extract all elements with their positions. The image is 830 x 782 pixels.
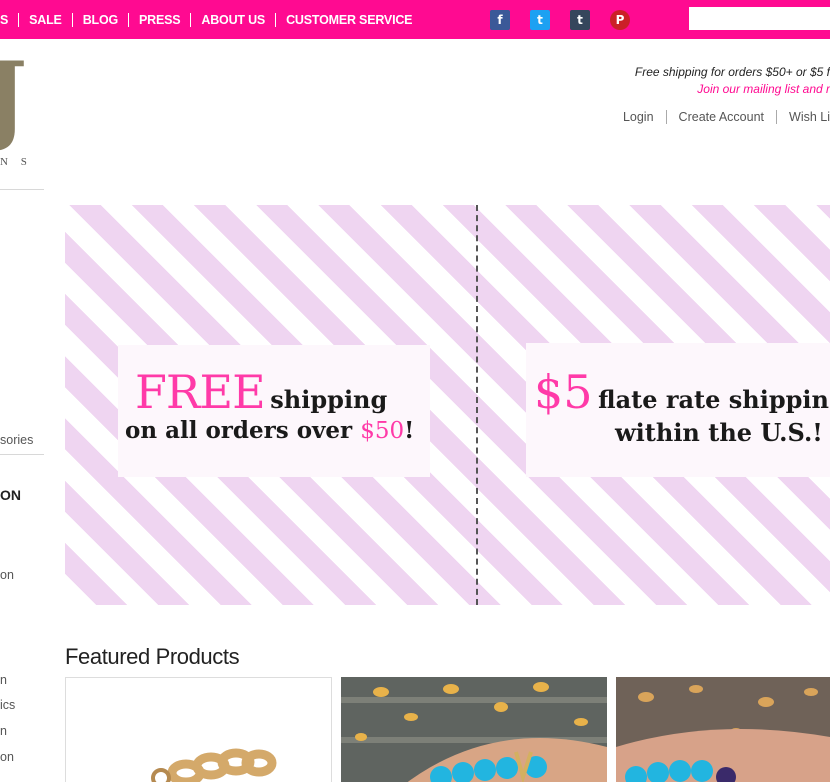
- flat-rate-shipping-card: $5 flate rate shipping within the U.S.!: [526, 343, 830, 477]
- threshold-amount: $50: [360, 418, 405, 444]
- shipping-promo-banner[interactable]: FREE shipping on all orders over $50! $5…: [65, 205, 830, 605]
- wish-list-link[interactable]: Wish Li: [777, 110, 830, 124]
- exclamation: !: [404, 417, 415, 444]
- sidebar-link[interactable]: on: [0, 750, 14, 764]
- sidebar-link[interactable]: ics: [0, 698, 15, 712]
- within-us-text: within the U.S.!: [615, 418, 823, 447]
- featured-products-heading: Featured Products: [65, 644, 240, 669]
- free-shipping-card: FREE shipping on all orders over $50!: [118, 345, 430, 477]
- product-image-gold-chain-bracelet: [151, 748, 277, 782]
- product-card[interactable]: [616, 677, 830, 782]
- nav-item-press[interactable]: PRESS: [129, 12, 192, 27]
- sidebar-link[interactable]: n: [0, 673, 7, 687]
- search-input[interactable]: [689, 7, 830, 30]
- tumblr-icon[interactable]: t: [570, 10, 590, 30]
- sidebar-link[interactable]: n: [0, 724, 7, 738]
- nav-item-sale[interactable]: SALE: [19, 12, 73, 27]
- sidebar-divider: [0, 189, 44, 190]
- sidebar-category-link[interactable]: sories: [0, 433, 33, 447]
- product-image-beaded-bracelet: [616, 677, 830, 782]
- shipping-word: shipping: [270, 385, 388, 414]
- pinterest-icon[interactable]: P: [610, 10, 630, 30]
- product-image-beaded-bracelet: [341, 677, 607, 782]
- mailing-list-link[interactable]: Join our mailing list and r: [697, 82, 830, 96]
- flat-rate-amount: $5: [534, 365, 593, 419]
- nav-item-blog[interactable]: BLOG: [73, 12, 129, 27]
- product-card[interactable]: [65, 677, 332, 782]
- nav-item-about-us[interactable]: ABOUT US: [191, 12, 277, 27]
- logo-tagline: N S: [0, 156, 32, 168]
- flat-rate-text: flate rate shipping: [598, 385, 830, 414]
- main-nav: S SALE BLOG PRESS ABOUT US CUSTOMER SERV…: [0, 0, 422, 39]
- login-link[interactable]: Login: [611, 110, 667, 124]
- sidebar-divider: [0, 454, 44, 455]
- create-account-link[interactable]: Create Account: [667, 110, 778, 124]
- product-card[interactable]: [341, 677, 607, 782]
- facebook-icon[interactable]: f: [490, 10, 510, 30]
- top-navigation-bar: S SALE BLOG PRESS ABOUT US CUSTOMER SERV…: [0, 0, 830, 39]
- banner-divider: [476, 205, 478, 605]
- nav-item-partial[interactable]: S: [0, 12, 20, 27]
- orders-over-text: on all orders over: [125, 417, 353, 444]
- sidebar-link[interactable]: on: [0, 568, 14, 582]
- sidebar-heading: ON: [0, 487, 21, 503]
- logo[interactable]: J: [0, 50, 27, 146]
- twitter-icon[interactable]: t: [530, 10, 550, 30]
- shipping-note: Free shipping for orders $50+ or $5 f: [634, 65, 830, 79]
- account-links: Login Create Account Wish Li: [611, 110, 830, 124]
- nav-item-customer-service[interactable]: CUSTOMER SERVICE: [276, 13, 422, 27]
- free-headline: FREE: [135, 365, 266, 419]
